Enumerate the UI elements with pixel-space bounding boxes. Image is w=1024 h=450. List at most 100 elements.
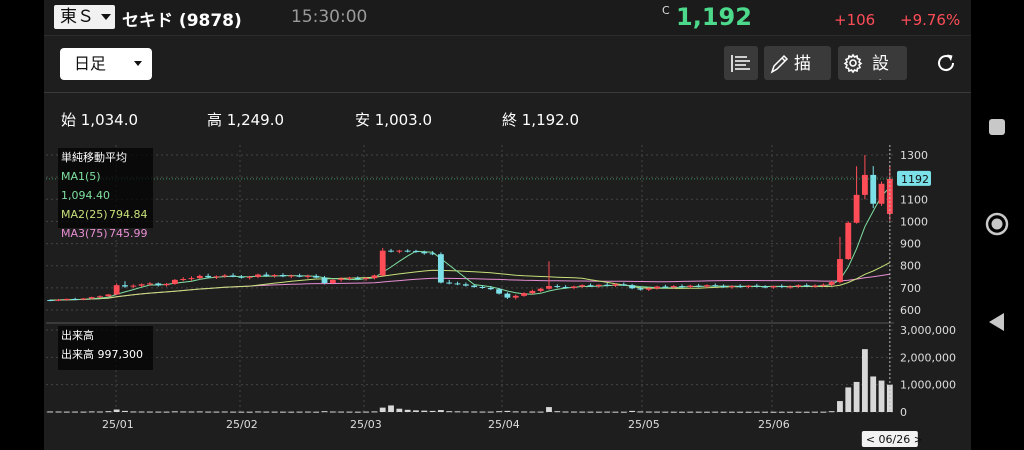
- home-icon[interactable]: [985, 212, 1009, 236]
- time-tick-label: 25/03: [350, 418, 382, 431]
- ma3-value: 745.99: [109, 227, 148, 240]
- candlestick-chart[interactable]: 13001200110010009008007006003,000,0002,0…: [44, 145, 971, 450]
- cursor-date-label: < 06/26 >: [866, 433, 923, 446]
- volume-bar: [712, 411, 719, 413]
- recent-apps-icon[interactable]: [988, 118, 1006, 136]
- candle-body: [346, 277, 353, 279]
- volume-bar: [479, 411, 486, 413]
- candle-body: [138, 284, 145, 286]
- time-tick-label: 25/02: [226, 418, 258, 431]
- volume-bar: [704, 411, 710, 413]
- candle-body: [313, 275, 320, 278]
- time-tick-label: 25/05: [628, 418, 660, 431]
- price-tick-label: 600: [900, 304, 921, 317]
- candle-body: [604, 284, 611, 286]
- stock-header: 東Ｓ セキド (9878) 15:30:00 C 1,192 +106 +9.7…: [44, 0, 971, 36]
- candle-body: [396, 250, 403, 252]
- market-select[interactable]: 東Ｓ: [54, 5, 115, 29]
- volume-bar: [379, 407, 386, 412]
- draw-button[interactable]: 描画: [764, 46, 831, 80]
- volume-bar: [537, 411, 544, 413]
- volume-bar: [313, 411, 320, 413]
- candle-body: [63, 298, 70, 300]
- settings-button[interactable]: 設定: [838, 46, 907, 80]
- chevron-down-icon: [101, 14, 111, 20]
- volume-bar: [354, 411, 361, 413]
- candle-body: [246, 276, 253, 278]
- volume-bar: [388, 405, 394, 412]
- volume-bar: [679, 411, 685, 413]
- time-tick-label: 25/06: [758, 418, 790, 431]
- volume-bar: [745, 411, 752, 413]
- candle-body: [645, 288, 652, 290]
- volume-bar: [753, 411, 760, 413]
- draw-label: 描画: [794, 54, 819, 80]
- ma-legend-row: MA3(75)745.99: [61, 224, 150, 243]
- chevron-down-icon: [134, 61, 142, 66]
- volume-bar: [496, 411, 503, 413]
- volume-bar: [338, 411, 345, 413]
- volume-bar: [246, 411, 253, 413]
- candle-body: [670, 286, 677, 288]
- candle-body: [571, 286, 577, 288]
- candle-body: [529, 290, 536, 294]
- candle-body: [47, 300, 54, 302]
- price-tick-label: 1100: [900, 193, 928, 206]
- volume-bar: [778, 411, 785, 413]
- candle-body: [271, 275, 278, 277]
- volume-legend-title: 出来高: [61, 329, 94, 342]
- volume-bar: [795, 411, 802, 413]
- price-type-label: C: [662, 4, 670, 17]
- candle-body: [762, 286, 769, 288]
- volume-bar: [504, 410, 511, 412]
- volume-bar: [205, 411, 212, 413]
- volume-bar: [595, 411, 602, 413]
- volume-bar: [645, 411, 652, 413]
- candle-body: [595, 284, 602, 287]
- period-value: 日足: [74, 54, 107, 73]
- volume-bar: [47, 411, 54, 413]
- volume-bar: [88, 411, 95, 413]
- volume-bar: [80, 411, 87, 413]
- candle-body: [255, 274, 261, 277]
- candle-body: [113, 285, 120, 295]
- candle-body: [338, 278, 345, 280]
- volume-bar: [670, 411, 677, 413]
- volume-bar: [255, 411, 261, 413]
- volume-bar: [296, 411, 303, 413]
- refresh-icon[interactable]: [934, 51, 958, 75]
- price-change-percent: +9.76%: [900, 11, 961, 29]
- price-change: +106: [834, 11, 876, 29]
- volume-bar: [371, 411, 378, 413]
- app-root: 東Ｓ セキド (9878) 15:30:00 C 1,192 +106 +9.7…: [0, 0, 1024, 450]
- indicator-button[interactable]: [724, 46, 758, 80]
- volume-bar: [346, 411, 353, 413]
- current-price: 1,192: [676, 3, 752, 31]
- candle-body: [579, 285, 586, 287]
- candle-body: [753, 285, 760, 287]
- settings-label: 設定: [872, 54, 897, 80]
- candle-body: [429, 253, 436, 255]
- candle-body: [80, 298, 87, 300]
- candle-body: [820, 284, 827, 286]
- volume-bar: [280, 411, 286, 413]
- volume-bar: [171, 411, 178, 413]
- volume-bar: [820, 411, 827, 413]
- period-select[interactable]: 日足: [60, 48, 152, 80]
- ma1-name: MA1(5): [61, 170, 101, 183]
- volume-bar: [579, 411, 586, 413]
- price-tick-label: 800: [900, 260, 921, 273]
- volume-bar: [770, 411, 777, 413]
- candle-body: [421, 251, 428, 254]
- volume-bar: [105, 411, 112, 413]
- candle-body: [629, 285, 636, 289]
- back-icon[interactable]: [988, 312, 1006, 332]
- gear-icon: [843, 53, 863, 74]
- volume-bar: [637, 411, 644, 413]
- volume-bar: [512, 411, 519, 413]
- candle-body: [147, 283, 153, 285]
- ohlc-low: 安 1,003.0: [355, 111, 433, 129]
- volume-bar: [521, 411, 527, 413]
- volume-bar: [63, 411, 70, 413]
- candle-body: [471, 285, 478, 287]
